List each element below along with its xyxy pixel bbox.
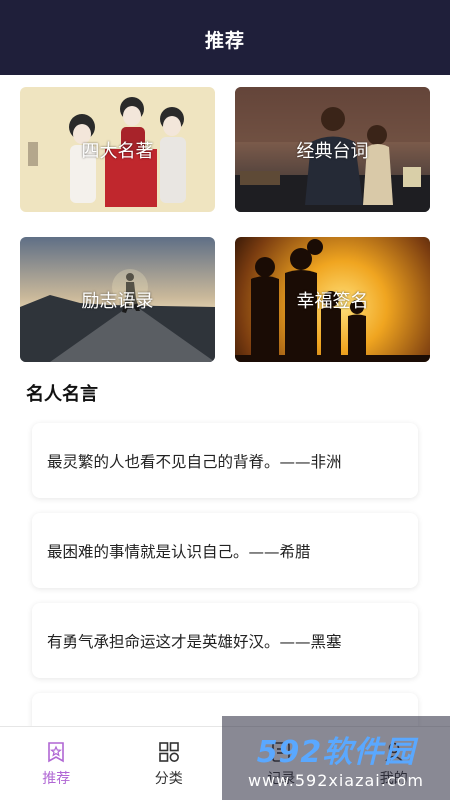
category-card-movie-lines[interactable]: 经典台词 xyxy=(235,87,430,212)
card-label: 四大名著 xyxy=(81,140,154,162)
card-label: 幸福签名 xyxy=(296,290,369,312)
tab-label: 分类 xyxy=(154,771,183,787)
tab-recommend[interactable]: 推荐 xyxy=(0,727,113,800)
card-label: 励志语录 xyxy=(81,290,154,312)
tab-category[interactable]: 分类 xyxy=(113,727,226,800)
card-label: 经典台词 xyxy=(296,140,369,162)
quote-text: 有勇气承担命运这才是英雄好汉。——黑塞 xyxy=(47,632,342,651)
category-card-motivation[interactable]: 励志语录 xyxy=(20,237,215,362)
category-card-classics[interactable]: 四大名著 xyxy=(20,87,215,212)
top-header: 推荐 xyxy=(0,0,450,75)
star-bookmark-icon xyxy=(48,742,65,763)
tab-label: 推荐 xyxy=(42,771,71,787)
page-title: 推荐 xyxy=(204,30,245,52)
grid-icon xyxy=(158,742,179,762)
quote-text: 最灵繁的人也看不见自己的背脊。——非洲 xyxy=(47,452,342,471)
quote-card[interactable]: 最困难的事情就是认识自己。——希腊 xyxy=(32,513,418,588)
site-watermark: 592软件园 www.592xiazai.com xyxy=(222,716,450,800)
quote-card[interactable]: 最灵繁的人也看不见自己的背脊。——非洲 xyxy=(32,423,418,498)
quote-card[interactable]: 有勇气承担命运这才是英雄好汉。——黑塞 xyxy=(32,603,418,678)
quote-text: 最困难的事情就是认识自己。——希腊 xyxy=(47,542,311,561)
watermark-url: www.592xiazai.com xyxy=(247,770,425,790)
section-title: 名人名言 xyxy=(26,384,98,405)
category-card-happiness[interactable]: 幸福签名 xyxy=(235,237,430,362)
watermark-logo-text: 592软件园 xyxy=(256,734,416,770)
